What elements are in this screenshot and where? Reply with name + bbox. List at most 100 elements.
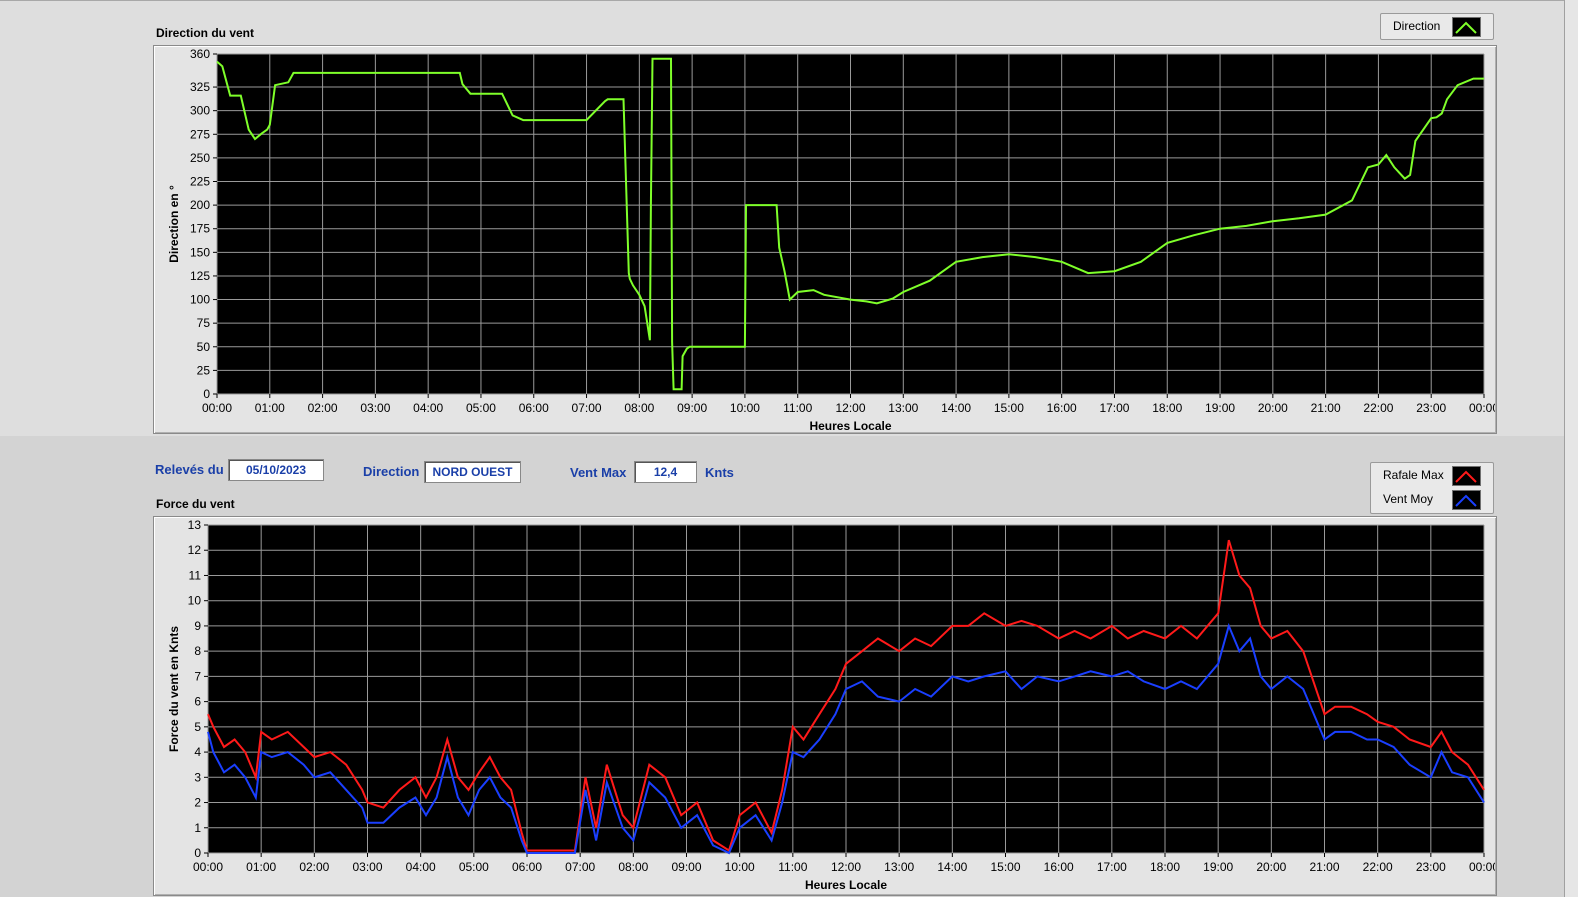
x-tick-label: 09:00 [677, 401, 707, 415]
y-tick-label: 325 [190, 80, 210, 94]
legend-item-rafale-max[interactable]: Rafale Max [1371, 463, 1493, 487]
x-tick-label: 11:00 [783, 401, 812, 415]
x-tick-label: 04:00 [413, 401, 443, 415]
y-tick-label: 175 [190, 222, 210, 236]
x-tick-label: 05:00 [459, 860, 489, 874]
force-chart-title: Force du vent [156, 497, 235, 511]
y-tick-label: 50 [197, 340, 211, 354]
y-tick-label: 7 [194, 669, 201, 683]
y-tick-label: 300 [190, 104, 210, 118]
force-x-axis-label: Heures Locale [805, 878, 887, 892]
force-chart[interactable]: 012345678910111213 00:00 01:00 02:00 03:00 0… [153, 516, 1495, 897]
legend-item-vent-moy[interactable]: Vent Moy [1371, 487, 1493, 511]
x-tick-label: 08:00 [624, 401, 654, 415]
force-y-axis: 012345678910111213 [188, 518, 208, 860]
y-tick-label: 4 [194, 745, 201, 759]
x-tick-label: 22:00 [1363, 860, 1393, 874]
y-tick-label: 125 [190, 269, 210, 283]
y-tick-label: 9 [194, 619, 201, 633]
x-tick-label: 08:00 [618, 860, 648, 874]
legend-label-rafale-max: Rafale Max [1383, 468, 1444, 482]
vent-max-label: Vent Max [570, 465, 627, 480]
y-tick-label: 150 [190, 245, 210, 259]
x-tick-label: 18:00 [1150, 860, 1180, 874]
x-tick-label: 18:00 [1152, 401, 1182, 415]
x-tick-label: 13:00 [884, 860, 914, 874]
x-tick-label: 22:00 [1363, 401, 1393, 415]
y-tick-label: 225 [190, 175, 210, 189]
direction-x-axis: 00:00 01:00 02:00 03:00 04:00 05:00 06:00 07:00… [202, 394, 1495, 415]
direction-legend[interactable]: Direction [1380, 13, 1494, 40]
y-tick-label: 8 [194, 644, 201, 658]
force-x-axis: 00:00 01:00 02:00 03:00 04:00 05:00 06:00 07:00… [193, 853, 1495, 874]
y-tick-label: 11 [189, 568, 202, 582]
x-tick-label: 09:00 [671, 860, 701, 874]
x-tick-label: 16:00 [1047, 401, 1077, 415]
line-style-icon [1452, 17, 1481, 37]
y-tick-label: 12 [188, 543, 202, 557]
x-tick-label: 14:00 [937, 860, 967, 874]
x-tick-label: 04:00 [406, 860, 436, 874]
x-tick-label: 07:00 [572, 401, 602, 415]
y-tick-label: 2 [194, 796, 201, 810]
line-style-icon [1452, 466, 1481, 486]
direction-chart[interactable]: 0 25 50 75 100 125 150 175 200 225 250 275 300 325 360… [153, 45, 1495, 434]
x-tick-label: 00:00 [193, 860, 223, 874]
force-y-axis-label: Force du vent en Knts [167, 626, 181, 752]
x-tick-label: 20:00 [1256, 860, 1286, 874]
x-tick-label: 11:00 [778, 860, 807, 874]
y-tick-label: 10 [188, 594, 202, 608]
x-tick-label: 23:00 [1416, 401, 1446, 415]
y-tick-label: 3 [194, 770, 201, 784]
x-tick-label: 01:00 [246, 860, 276, 874]
x-tick-label: 12:00 [835, 401, 865, 415]
date-field[interactable]: 05/10/2023 [228, 459, 324, 481]
x-tick-label: 00:00 [1469, 860, 1495, 874]
y-tick-label: 5 [194, 720, 201, 734]
window-right-edge [1564, 0, 1578, 897]
x-tick-label: 15:00 [990, 860, 1020, 874]
unit-label: Knts [705, 465, 734, 480]
legend-label-direction: Direction [1393, 19, 1441, 33]
x-tick-label: 13:00 [888, 401, 918, 415]
x-tick-label: 17:00 [1097, 860, 1127, 874]
x-tick-label: 16:00 [1044, 860, 1074, 874]
x-tick-label: 03:00 [352, 860, 382, 874]
x-tick-label: 05:00 [466, 401, 496, 415]
direction-x-axis-label: Heures Locale [809, 419, 891, 433]
force-legend[interactable]: Rafale Max Vent Moy [1370, 462, 1494, 514]
y-tick-label: 0 [194, 846, 201, 860]
x-tick-label: 02:00 [308, 401, 338, 415]
y-tick-label: 75 [197, 316, 211, 330]
releves-label: Relevés du [155, 462, 224, 477]
x-tick-label: 10:00 [730, 401, 760, 415]
vent-max-field[interactable]: 12,4 [634, 461, 697, 483]
x-tick-label: 23:00 [1416, 860, 1446, 874]
y-tick-label: 360 [190, 47, 210, 61]
x-tick-label: 15:00 [994, 401, 1024, 415]
x-tick-label: 12:00 [831, 860, 861, 874]
x-tick-label: 21:00 [1311, 401, 1341, 415]
y-tick-label: 200 [190, 198, 210, 212]
x-tick-label: 21:00 [1309, 860, 1339, 874]
y-tick-label: 275 [190, 127, 210, 141]
x-tick-label: 06:00 [512, 860, 542, 874]
y-tick-label: 250 [190, 151, 210, 165]
x-tick-label: 06:00 [519, 401, 549, 415]
line-style-icon [1452, 490, 1481, 510]
direction-field[interactable]: NORD OUEST [424, 461, 521, 483]
legend-label-vent-moy: Vent Moy [1383, 492, 1434, 506]
legend-item-direction[interactable]: Direction [1381, 14, 1493, 38]
x-tick-label: 01:00 [255, 401, 285, 415]
x-tick-label: 00:00 [202, 401, 232, 415]
y-tick-label: 0 [203, 387, 210, 401]
direction-label: Direction [363, 464, 420, 479]
x-tick-label: 03:00 [360, 401, 390, 415]
y-tick-label: 25 [197, 363, 211, 377]
direction-y-axis-label: Direction en ° [167, 185, 181, 263]
x-tick-label: 07:00 [565, 860, 595, 874]
x-tick-label: 02:00 [299, 860, 329, 874]
y-tick-label: 6 [194, 695, 201, 709]
direction-chart-title: Direction du vent [156, 26, 255, 40]
direction-y-axis: 0 25 50 75 100 125 150 175 200 225 250 275 300 325 360 [190, 47, 217, 401]
